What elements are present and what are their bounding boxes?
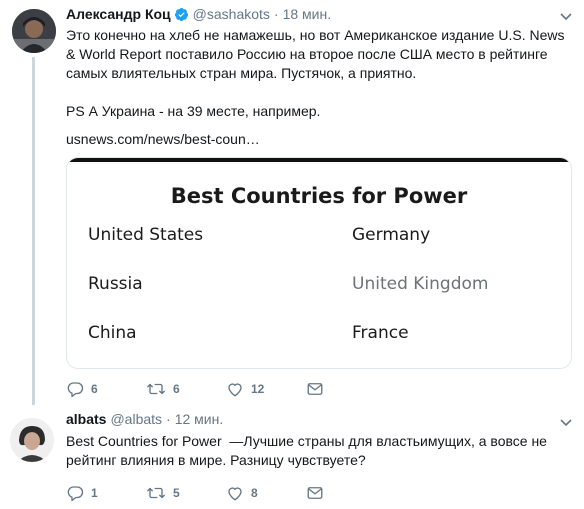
message-button[interactable] bbox=[306, 380, 386, 398]
reply-icon bbox=[66, 484, 84, 502]
like-button[interactable]: 12 bbox=[226, 380, 306, 398]
author-handle[interactable]: @sashakots bbox=[193, 5, 270, 23]
card-top-border bbox=[67, 158, 571, 162]
retweet-count: 5 bbox=[173, 486, 180, 500]
tweet-text: Best Countries for Power —Лучшие страны … bbox=[66, 433, 547, 468]
tweet-actions: 6 6 12 bbox=[66, 380, 386, 398]
like-button[interactable]: 8 bbox=[226, 484, 306, 502]
retweet-icon bbox=[146, 484, 166, 502]
tweet-text: Это конечно на хлеб не намажешь, но вот … bbox=[66, 27, 565, 119]
author-name[interactable]: albats bbox=[66, 410, 106, 428]
reply-count: 1 bbox=[91, 486, 98, 500]
tweet-link[interactable]: usnews.com/news/best-coun… bbox=[66, 130, 260, 149]
timestamp[interactable]: 12 мин. bbox=[175, 410, 224, 428]
like-icon bbox=[226, 484, 244, 502]
reply-button[interactable]: 6 bbox=[66, 380, 146, 398]
like-count: 8 bbox=[251, 486, 258, 500]
country-item: Germany bbox=[352, 225, 431, 245]
retweet-button[interactable]: 6 bbox=[146, 380, 226, 398]
timestamp[interactable]: 18 мин. bbox=[283, 5, 332, 23]
message-icon bbox=[306, 484, 324, 502]
chevron-down-icon[interactable] bbox=[559, 10, 573, 24]
country-item: United Kingdom bbox=[352, 274, 489, 294]
link-card[interactable]: Best Countries for Power United States G… bbox=[66, 157, 572, 369]
country-item: Russia bbox=[88, 274, 143, 294]
avatar-sashakots[interactable] bbox=[12, 9, 56, 53]
message-icon bbox=[306, 380, 324, 398]
tweet-sashakots[interactable]: Александр Коц @sashakots · 18 мин. Это к… bbox=[0, 0, 584, 405]
country-item: China bbox=[88, 323, 137, 343]
separator-dot: · bbox=[166, 411, 171, 427]
author-handle[interactable]: @albats bbox=[110, 410, 162, 428]
card-title: Best Countries for Power bbox=[170, 184, 468, 208]
retweet-count: 6 bbox=[173, 382, 180, 396]
country-item: France bbox=[352, 323, 409, 343]
author-name[interactable]: Александр Коц bbox=[66, 5, 171, 23]
tweet-header: albats @albats · 12 мин. bbox=[66, 410, 223, 428]
chevron-down-icon[interactable] bbox=[559, 416, 573, 430]
country-item: United States bbox=[88, 225, 204, 245]
reply-count: 6 bbox=[91, 382, 98, 396]
like-icon bbox=[226, 380, 244, 398]
verified-badge-icon bbox=[174, 7, 189, 22]
tweet-actions: 1 5 8 bbox=[66, 484, 386, 502]
tweet-header: Александр Коц @sashakots · 18 мин. bbox=[66, 5, 331, 23]
thread-line bbox=[32, 57, 35, 405]
like-count: 12 bbox=[251, 382, 265, 396]
retweet-icon bbox=[146, 380, 166, 398]
avatar-albats[interactable] bbox=[10, 418, 54, 462]
reply-icon bbox=[66, 380, 84, 398]
message-button[interactable] bbox=[306, 484, 386, 502]
separator-dot: · bbox=[273, 6, 279, 22]
retweet-button[interactable]: 5 bbox=[146, 484, 226, 502]
reply-button[interactable]: 1 bbox=[66, 484, 146, 502]
